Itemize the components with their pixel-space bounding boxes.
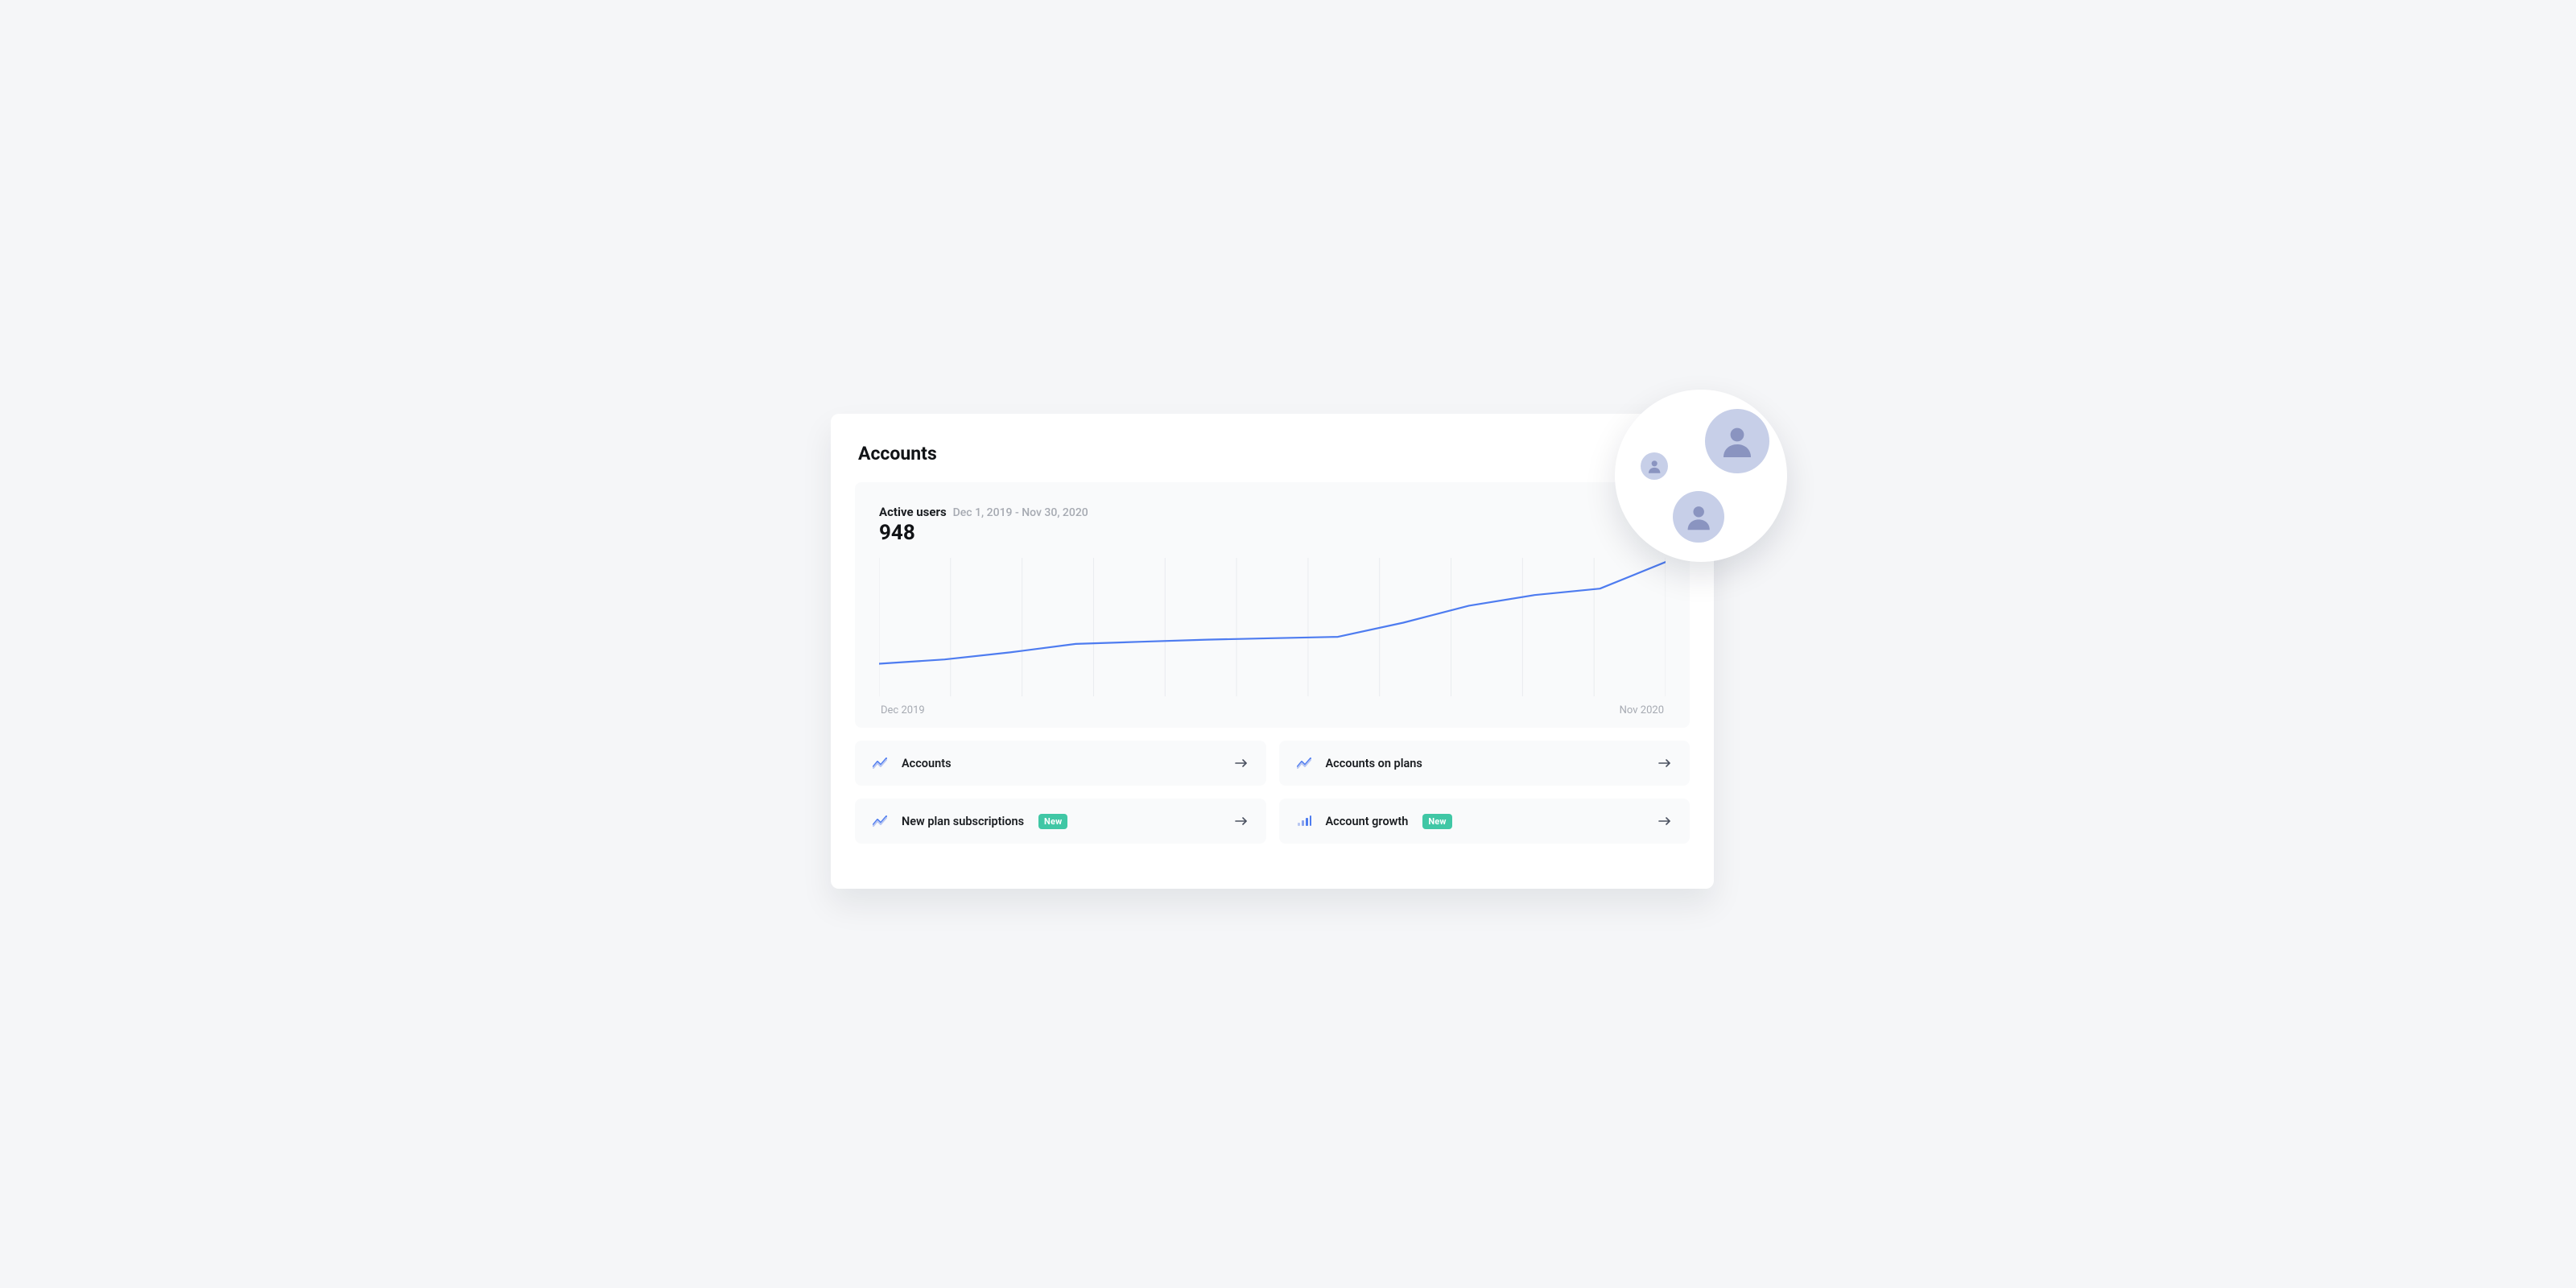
avatar-icon (1673, 491, 1724, 543)
new-badge: New (1038, 814, 1067, 829)
accounts-card: Accounts Active users Dec 1, 2019 - Nov … (831, 414, 1714, 889)
avatar-icon (1641, 452, 1668, 480)
link-accounts-on-plans[interactable]: Accounts on plans (1279, 741, 1690, 786)
link-label: Accounts on plans (1326, 757, 1422, 770)
chart-metric-label: Active users (879, 505, 947, 519)
bar-chart-icon (1297, 815, 1311, 827)
chart-plot (879, 555, 1666, 696)
report-links-grid: Accounts Accounts on plans (855, 741, 1690, 844)
arrow-right-icon (1234, 816, 1249, 826)
arrow-right-icon (1657, 758, 1672, 768)
link-new-plan-subscriptions[interactable]: New plan subscriptions New (855, 799, 1266, 844)
line-chart-icon (1297, 758, 1311, 769)
page-title: Accounts (858, 443, 1690, 464)
chart-total-value: 948 (879, 521, 1666, 545)
link-label: Accounts (902, 757, 952, 770)
arrow-right-icon (1234, 758, 1249, 768)
avatar-cluster (1615, 390, 1787, 562)
link-account-growth[interactable]: Account growth New (1279, 799, 1690, 844)
new-badge: New (1422, 814, 1451, 829)
link-accounts[interactable]: Accounts (855, 741, 1266, 786)
chart-xaxis-start: Dec 2019 (881, 704, 925, 716)
chart-xaxis: Dec 2019 Nov 2020 (879, 704, 1666, 716)
line-chart-icon (873, 815, 887, 827)
chart-date-range: Dec 1, 2019 - Nov 30, 2020 (953, 506, 1088, 519)
stage: Accounts Active users Dec 1, 2019 - Nov … (644, 322, 1932, 966)
link-label: New plan subscriptions (902, 815, 1024, 828)
avatar-icon (1705, 409, 1769, 473)
line-chart-icon (873, 758, 887, 769)
arrow-right-icon (1657, 816, 1672, 826)
chart-heading: Active users Dec 1, 2019 - Nov 30, 2020 (879, 505, 1666, 519)
link-label: Account growth (1326, 815, 1409, 828)
chart-xaxis-end: Nov 2020 (1620, 704, 1664, 716)
active-users-chart-panel: Active users Dec 1, 2019 - Nov 30, 2020 … (855, 482, 1690, 728)
